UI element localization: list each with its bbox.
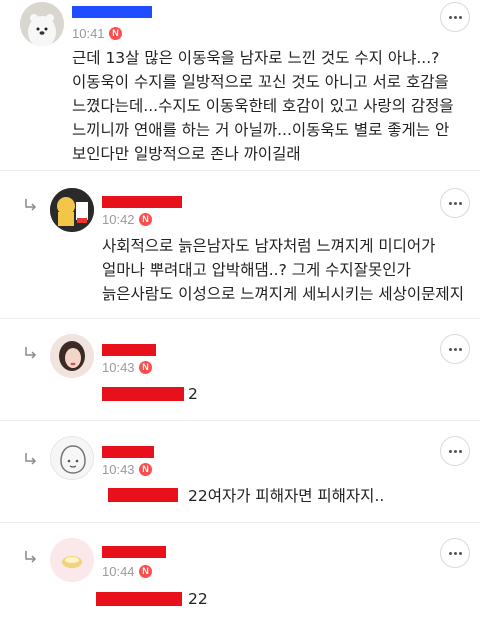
comment-text: 사회적으로 늙은남자도 남자처럼 느껴지게 미디어가 얼마나 뿌려대고 압박해댐… (102, 237, 464, 303)
comment-time: 10:43 (102, 360, 135, 375)
more-options-button[interactable] (440, 436, 470, 466)
author-name-redacted (72, 6, 152, 18)
author-name-redacted (102, 546, 166, 558)
comment-text: 22여자가 피해자면 피해자지.. (188, 487, 385, 505)
more-options-button[interactable] (440, 538, 470, 568)
author-name-redacted (102, 344, 156, 356)
divider (0, 318, 480, 319)
reply-arrow-icon (24, 346, 38, 360)
new-badge-icon: N (139, 463, 152, 476)
comment-time: 10:41 (72, 26, 105, 41)
new-badge-icon: N (109, 27, 122, 40)
comment-time: 10:44 (102, 564, 135, 579)
new-badge-icon: N (139, 565, 152, 578)
divider (0, 420, 480, 421)
avatar[interactable] (50, 188, 94, 232)
comment-text: 근데 13살 많은 이동욱을 남자로 느낀 것도 수지 아냐...? 이동욱이 … (72, 49, 454, 163)
divider (0, 170, 480, 171)
more-options-button[interactable] (440, 2, 470, 32)
avatar[interactable] (50, 538, 94, 582)
more-options-button[interactable] (440, 188, 470, 218)
reply-arrow-icon (24, 452, 38, 466)
reply-arrow-icon (24, 550, 38, 564)
mention-redacted (108, 488, 178, 502)
comment-text: 22 (188, 590, 208, 608)
author-name-redacted (102, 446, 154, 458)
mention-redacted (102, 387, 184, 401)
avatar[interactable] (50, 334, 94, 378)
more-options-button[interactable] (440, 334, 470, 364)
avatar[interactable] (50, 436, 94, 480)
mention-redacted (96, 592, 182, 606)
new-badge-icon: N (139, 213, 152, 226)
avatar[interactable] (20, 2, 64, 46)
comment-time: 10:42 (102, 212, 135, 227)
comment-text: 2 (188, 385, 198, 403)
comment-time: 10:43 (102, 462, 135, 477)
new-badge-icon: N (139, 361, 152, 374)
author-name-redacted (102, 196, 182, 208)
reply-arrow-icon (24, 198, 38, 212)
divider (0, 522, 480, 523)
